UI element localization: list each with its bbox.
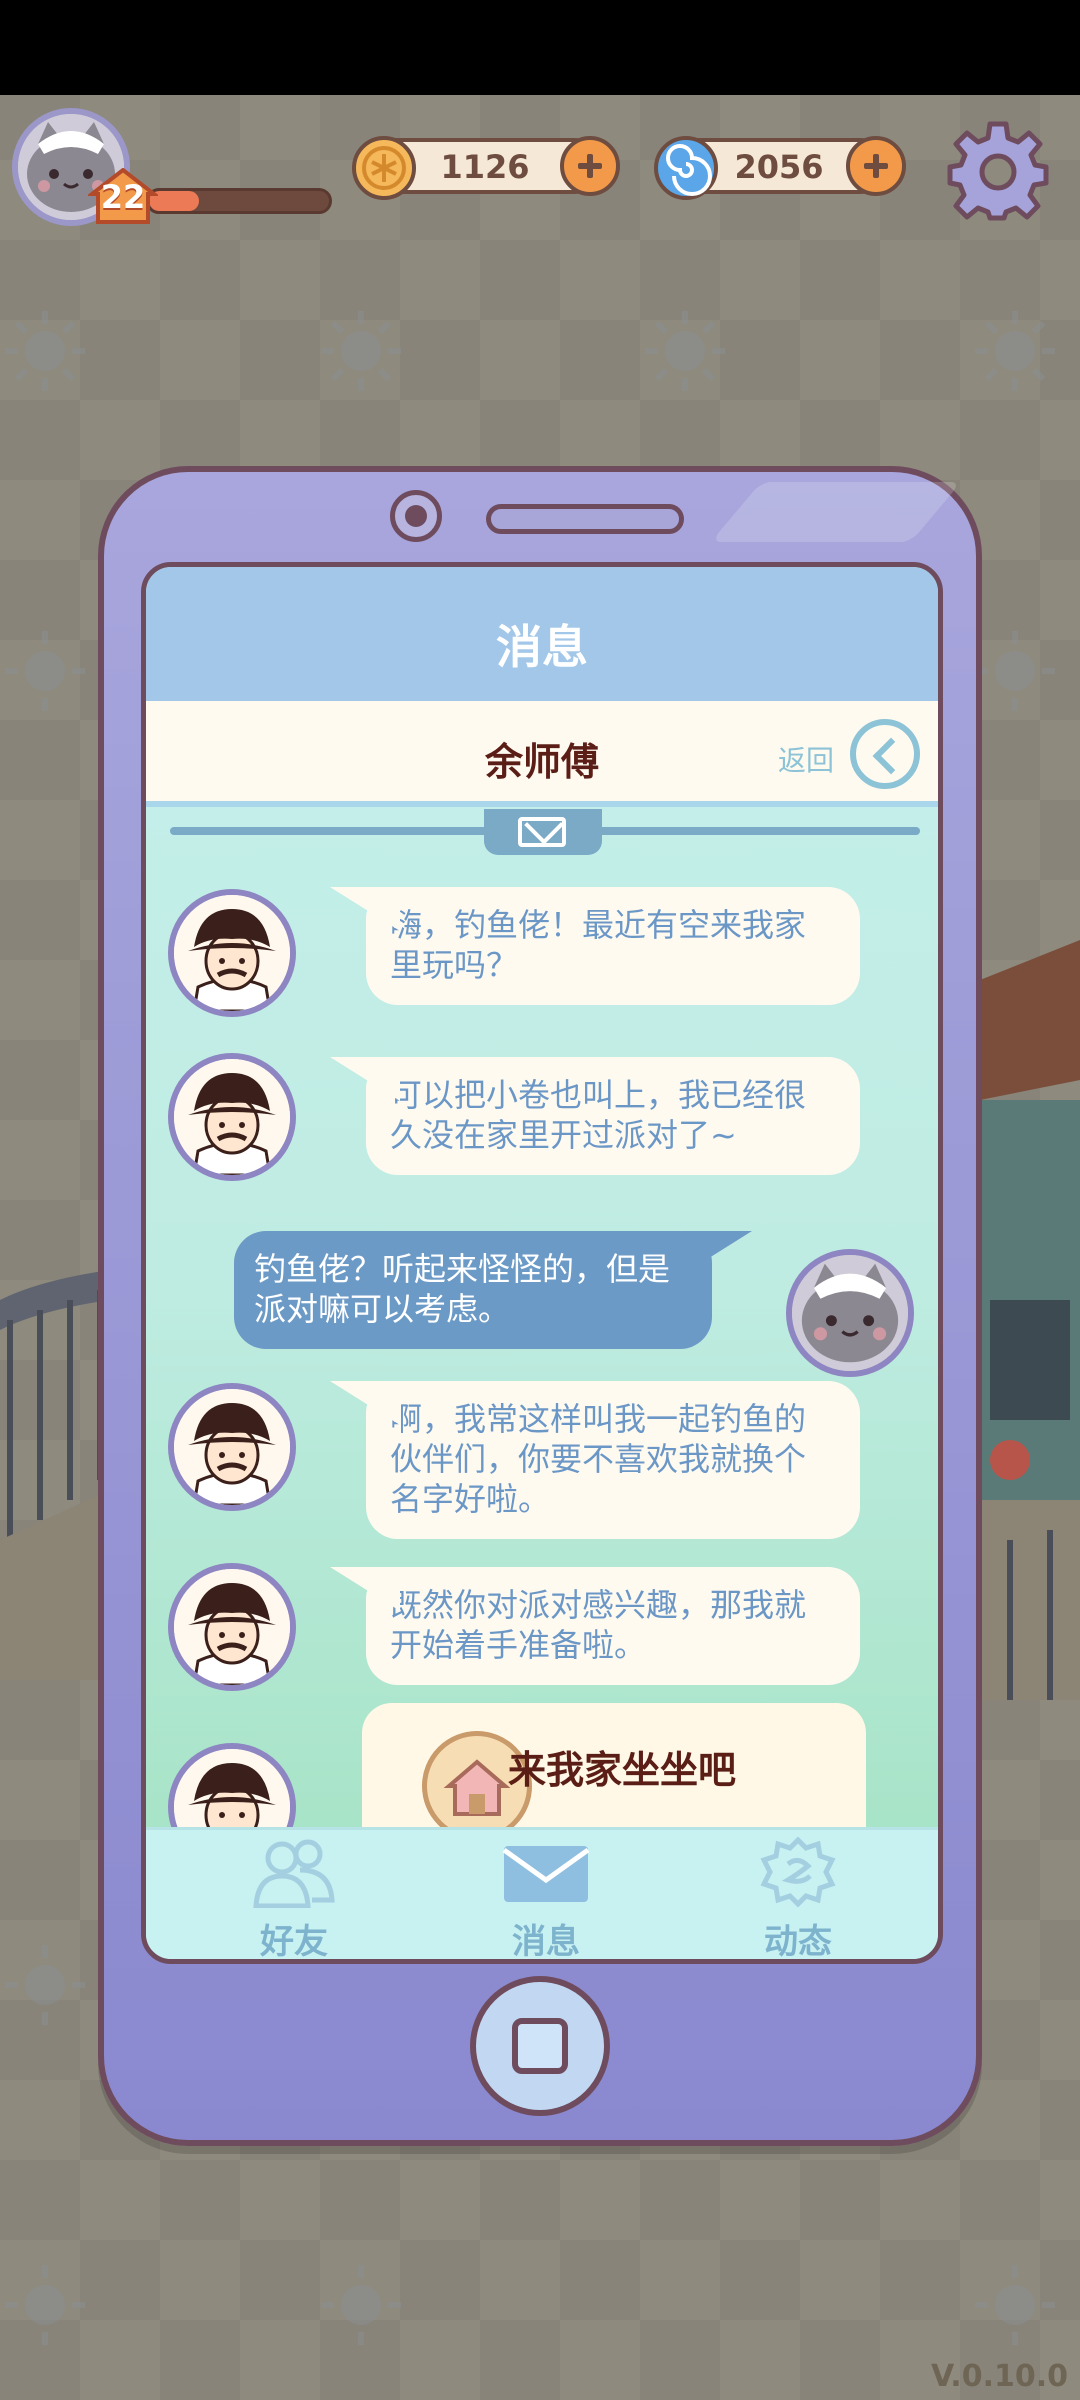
gem-amount: 2056 [734, 148, 824, 186]
sun-pattern-icon [321, 311, 401, 391]
screen-header: 消息 [146, 567, 938, 701]
sun-pattern-icon [645, 311, 725, 391]
sun-pattern-icon [321, 2265, 401, 2345]
phone-home-button[interactable] [470, 1976, 610, 2116]
moments-icon [760, 1836, 836, 1908]
npc-message-bubble: 啊，我常这样叫我一起钓鱼的伙伴们，你要不喜欢我就换个名字好啦。 [366, 1381, 860, 1539]
tab-label: 消息 [512, 1922, 580, 1962]
swirl-gem-icon [654, 136, 718, 200]
contact-bar: 余师傅 返回 [146, 701, 938, 807]
player-chat-avatar[interactable] [786, 1249, 914, 1377]
add-gems-button[interactable] [846, 136, 906, 196]
npc-message-bubble: 可以把小卷也叫上，我已经很久没在家里开过派对了~ [366, 1057, 860, 1175]
sun-pattern-icon [975, 2265, 1055, 2345]
phone-speaker [486, 504, 684, 534]
house-scenery [980, 940, 1080, 1700]
mail-icon [502, 1846, 590, 1902]
sun-pattern-icon [5, 311, 85, 391]
coin-counter: 1126 [352, 136, 620, 200]
npc-message-bubble: 既然你对派对感兴趣，那我就开始着手准备啦。 [366, 1567, 860, 1685]
back-label[interactable]: 返回 [778, 739, 834, 779]
sun-pattern-icon [975, 631, 1055, 711]
invite-card-title: 来我家坐坐吧 [508, 1748, 737, 1792]
player-level: 22 [100, 178, 146, 216]
sun-pattern-icon [5, 1945, 85, 2025]
chef-avatar-icon [174, 895, 290, 1011]
fence-scenery [0, 1270, 110, 1680]
gem-counter: 2056 [654, 136, 906, 200]
system-status-bar [0, 0, 1080, 95]
coin-amount: 1126 [440, 148, 530, 186]
npc-avatar[interactable] [168, 1053, 296, 1181]
envelope-icon [518, 817, 566, 847]
tab-messages[interactable]: 消息 [446, 1830, 646, 1962]
party-invite-card[interactable]: 来我家坐坐吧 [362, 1703, 866, 1827]
tab-label: 动态 [764, 1922, 832, 1962]
version-label: V.0.10.0 [930, 2359, 1068, 2394]
sun-pattern-icon [5, 631, 85, 711]
player-message-bubble: 钓鱼佬？听起来怪怪的，但是派对嘛可以考虑。 [234, 1231, 712, 1349]
add-coins-button[interactable] [560, 136, 620, 196]
settings-gear-icon[interactable] [946, 118, 1050, 222]
npc-message-bubble: 嗨，钓鱼佬！最近有空来我家里玩吗？ [366, 887, 860, 1005]
screen-title: 消息 [496, 620, 588, 674]
chef-avatar-icon [174, 1749, 290, 1827]
phone-shine [710, 482, 962, 542]
friends-icon [253, 1839, 335, 1908]
mail-tab [484, 809, 602, 855]
coin-icon [352, 136, 416, 200]
npc-avatar[interactable] [168, 1743, 296, 1827]
chef-avatar-icon [174, 1389, 290, 1505]
npc-avatar[interactable] [168, 1563, 296, 1691]
sun-pattern-icon [5, 2265, 85, 2345]
chef-avatar-icon [174, 1059, 290, 1175]
tab-moments[interactable]: 动态 [698, 1830, 898, 1962]
tab-label: 好友 [260, 1922, 328, 1962]
chef-avatar-icon [174, 1569, 290, 1685]
chat-area[interactable]: 嗨，钓鱼佬！最近有空来我家里玩吗？ 可以把小卷也叫上，我已经很久没在家里开过派对… [146, 807, 938, 1827]
npc-avatar[interactable] [168, 889, 296, 1017]
level-badge: 22 [86, 167, 160, 224]
cat-face-icon [792, 1255, 908, 1371]
back-button[interactable] [850, 719, 920, 789]
phone-tab-bar: 好友 消息 动态 [146, 1827, 938, 1962]
tab-friends[interactable]: 好友 [194, 1830, 394, 1962]
sun-pattern-icon [975, 311, 1055, 391]
xp-progress-bar [146, 188, 332, 214]
phone-camera [390, 490, 442, 542]
phone-screen: 消息 余师傅 返回 嗨，钓鱼佬！最近有空来我家里玩吗？ 可以把小卷也叫上，我已经… [141, 562, 943, 1964]
npc-avatar[interactable] [168, 1383, 296, 1511]
